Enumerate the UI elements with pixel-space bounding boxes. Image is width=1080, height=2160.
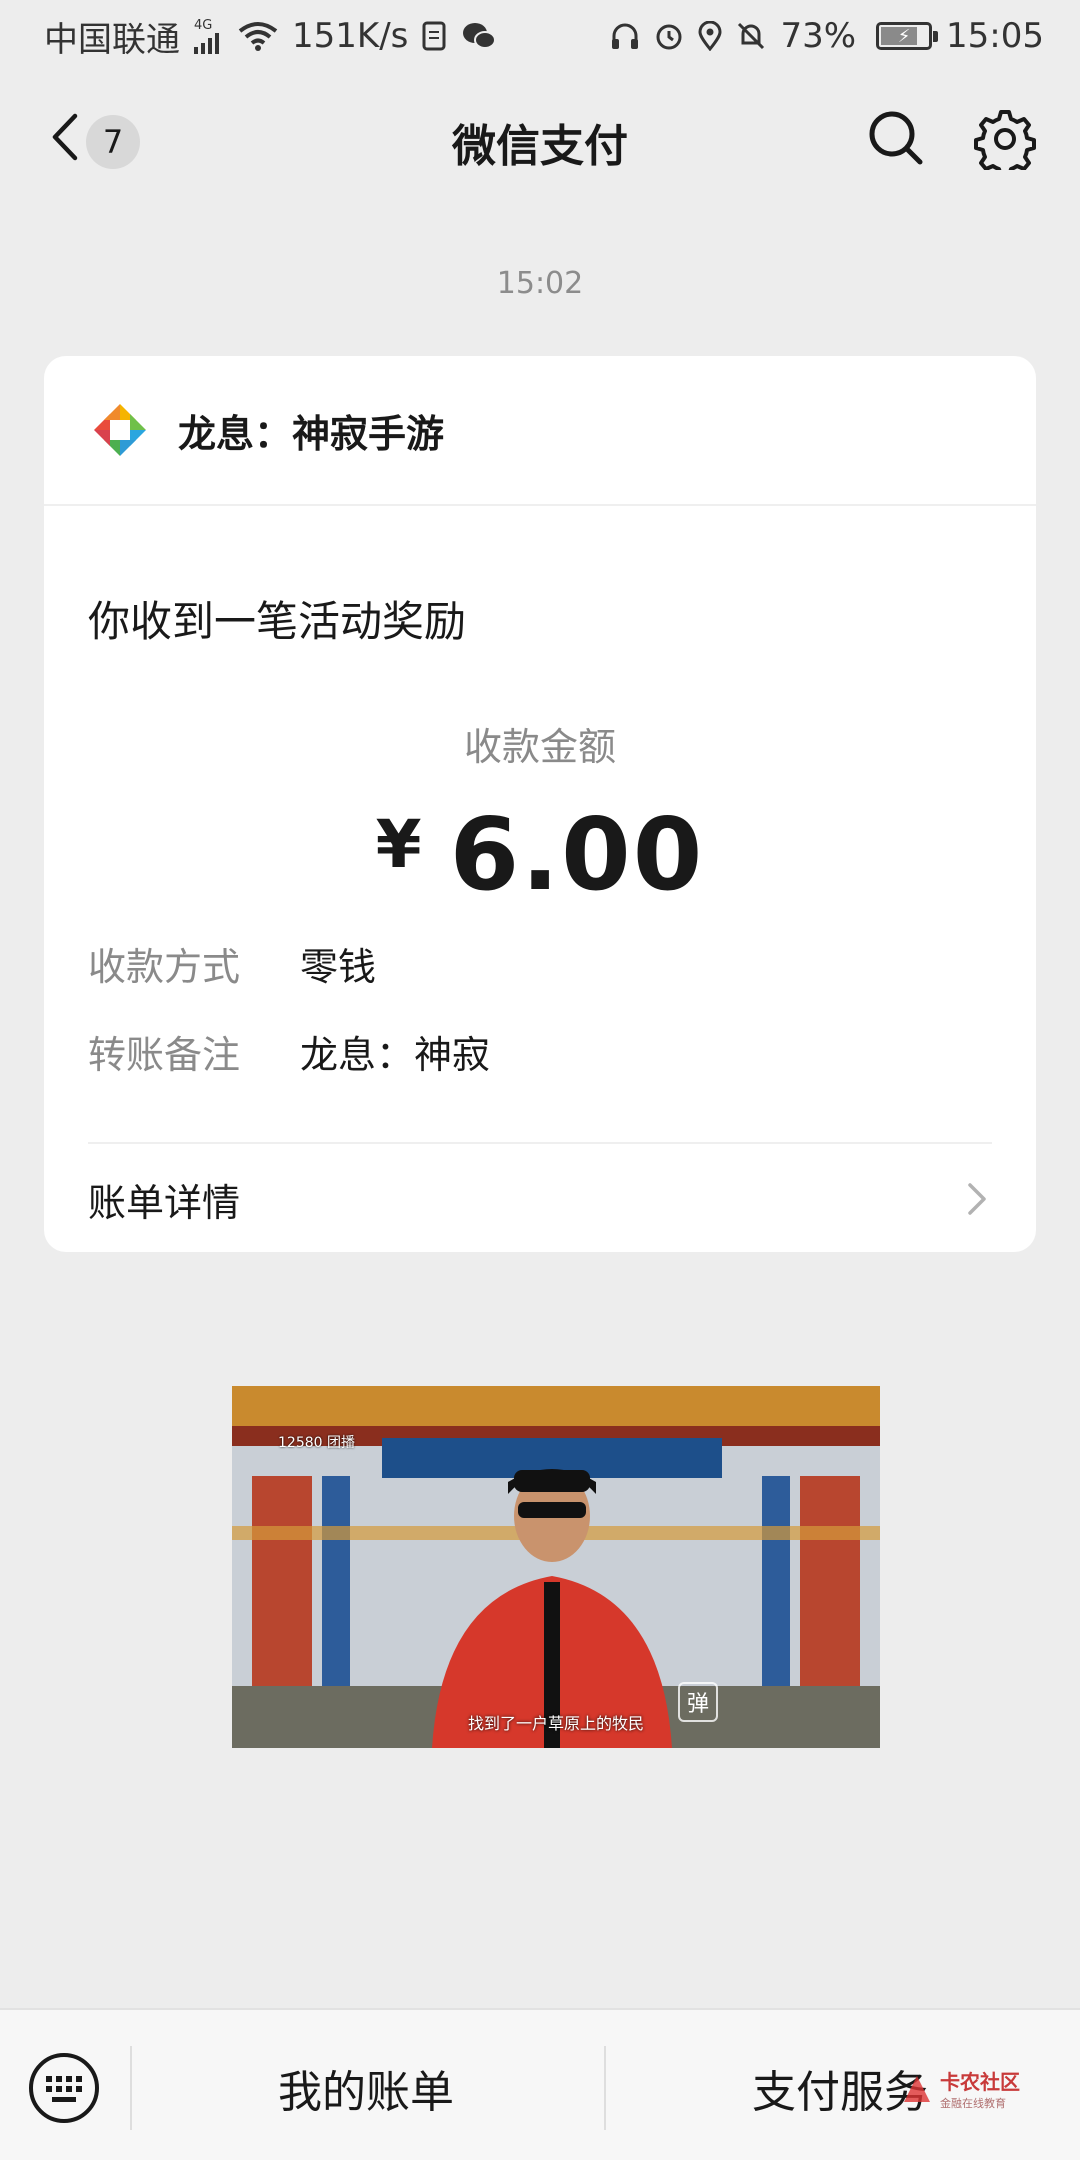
card-header: 龙息：神寂手游 bbox=[44, 356, 1036, 506]
amount-value: ¥6.00 bbox=[44, 796, 1036, 913]
message-timestamp: 15:02 bbox=[496, 266, 584, 301]
mute-bell-icon bbox=[736, 21, 766, 51]
search-icon bbox=[869, 111, 923, 165]
my-bill-button[interactable]: 我的账单 bbox=[278, 2056, 454, 2120]
amount-number: 6.00 bbox=[449, 796, 705, 913]
watermark: 卡农社区 金融在线教育 bbox=[900, 2066, 1020, 2111]
divider bbox=[130, 2046, 132, 2130]
headphones-icon bbox=[610, 21, 640, 51]
bill-details-label: 账单详情 bbox=[88, 1180, 241, 1225]
detail-value: 龙息：神寂 bbox=[300, 1033, 491, 1077]
keyboard-icon bbox=[29, 2053, 99, 2123]
status-bar: 中国联通 4G 151K/s 73% ⚡ 15:05 bbox=[0, 0, 1080, 72]
gear-icon bbox=[974, 110, 1036, 178]
watermark-text: 卡农社区 金融在线教育 bbox=[940, 2066, 1020, 2111]
keyboard-toggle-button[interactable] bbox=[28, 2052, 100, 2124]
card-heading: 你收到一笔活动奖励 bbox=[88, 597, 467, 646]
document-icon bbox=[422, 21, 448, 51]
merchant-name: 龙息：神寂手游 bbox=[178, 411, 445, 456]
wechat-icon bbox=[462, 21, 497, 51]
chevron-right-icon bbox=[968, 1183, 986, 1215]
amount-label: 收款金额 bbox=[463, 725, 616, 769]
watermark-logo-icon bbox=[904, 2075, 930, 2102]
divider bbox=[604, 2046, 606, 2130]
detail-key: 收款方式 bbox=[88, 945, 241, 989]
detail-key: 转账备注 bbox=[88, 1033, 241, 1077]
detail-row-remark: 转账备注 龙息：神寂 bbox=[88, 1024, 490, 1079]
ad-overlay-text: 12580 团播 bbox=[278, 1435, 355, 1451]
network-speed: 151K/s bbox=[292, 16, 409, 56]
battery-percent: 73% bbox=[780, 16, 857, 56]
merchant-logo-icon bbox=[94, 404, 146, 456]
watermark-subtitle: 金融在线教育 bbox=[940, 2097, 1006, 2110]
currency-symbol: ¥ bbox=[375, 806, 424, 883]
signal-icon: 4G bbox=[194, 19, 224, 54]
wifi-icon bbox=[238, 21, 278, 51]
ad-caption: 找到了一户草原上的牧民 bbox=[467, 1714, 644, 1733]
carrier-label: 中国联通 bbox=[44, 19, 180, 60]
divider bbox=[88, 1142, 992, 1144]
settings-button[interactable] bbox=[974, 108, 1036, 178]
clock: 15:05 bbox=[946, 16, 1044, 56]
detail-value: 零钱 bbox=[300, 945, 377, 989]
bill-details-link[interactable]: 账单详情 bbox=[44, 1146, 1036, 1252]
ad-video-thumbnail[interactable]: 12580 团播 弹 找到了一户草原上的牧民 bbox=[232, 1386, 880, 1748]
alarm-icon bbox=[654, 21, 684, 51]
payment-card: 龙息：神寂手游 你收到一笔活动奖励 收款金额 ¥6.00 收款方式 零钱 转账备… bbox=[44, 356, 1036, 1252]
network-type: 4G bbox=[194, 17, 213, 33]
search-button[interactable] bbox=[866, 108, 926, 168]
watermark-title: 卡农社区 bbox=[940, 2070, 1020, 2094]
detail-row-method: 收款方式 零钱 bbox=[88, 936, 376, 991]
battery-icon: ⚡ bbox=[876, 22, 939, 50]
location-icon bbox=[698, 21, 722, 51]
nav-bar: 7 微信支付 bbox=[0, 72, 1080, 202]
